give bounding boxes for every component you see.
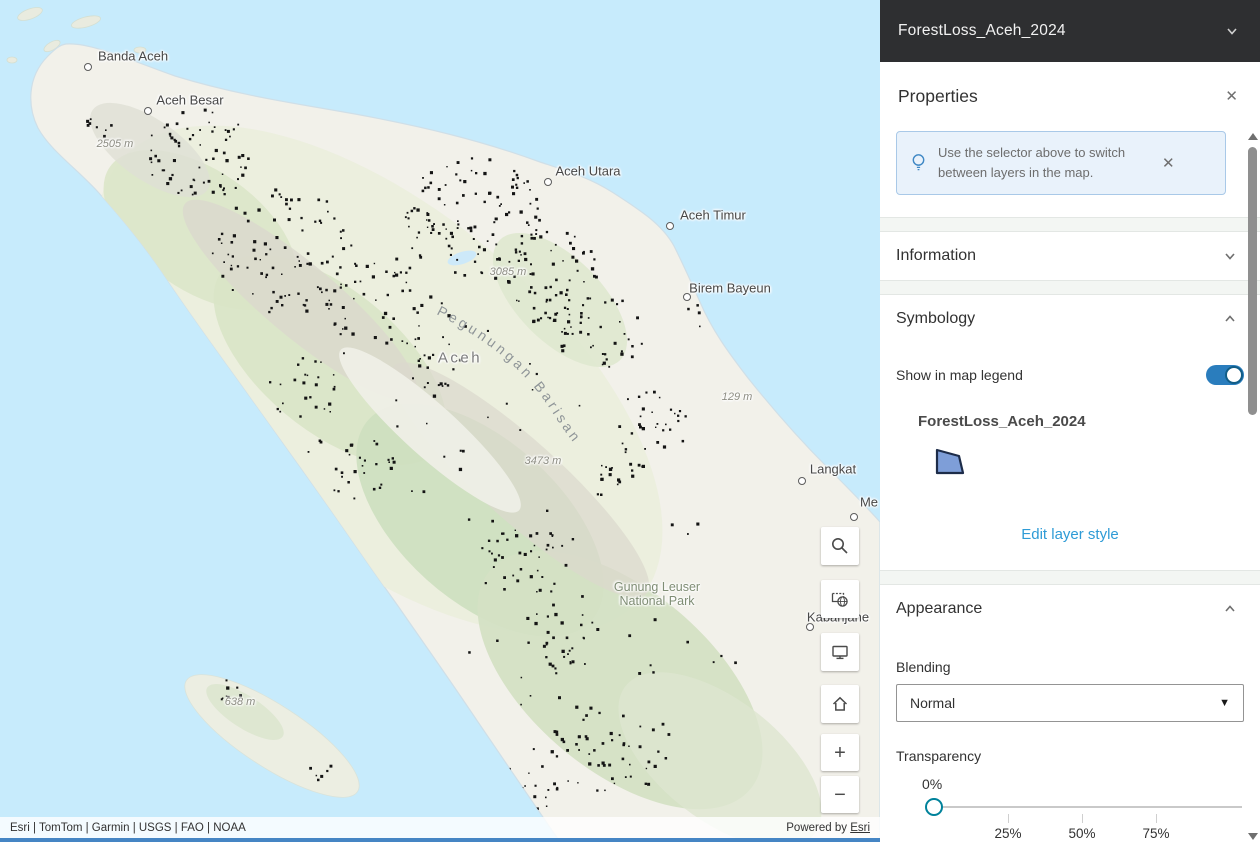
slider-tick — [1008, 814, 1009, 824]
dismiss-hint-button[interactable]: ✕ — [1158, 154, 1179, 173]
search-button[interactable] — [821, 527, 859, 565]
tick-label-50: 50% — [1068, 826, 1096, 842]
properties-panel: ForestLoss_Aceh_2024 Properties ✕ Use th… — [880, 0, 1260, 842]
layer-selector-title: ForestLoss_Aceh_2024 — [898, 22, 1066, 39]
symbology-section: Symbology Show in map legend ForestLoss_… — [880, 295, 1260, 545]
slider-tick — [1082, 814, 1083, 824]
esri-link[interactable]: Esri — [850, 822, 870, 834]
home-button[interactable] — [821, 685, 859, 723]
appearance-section-header[interactable]: Appearance — [896, 585, 1244, 634]
tick-label-75: 75% — [1142, 826, 1170, 842]
symbology-section-header[interactable]: Symbology — [896, 295, 1244, 344]
information-section-header[interactable]: Information — [880, 232, 1260, 281]
blending-select[interactable]: Normal ▼ — [896, 684, 1244, 723]
chevron-down-icon — [1225, 253, 1235, 260]
layer-selector[interactable]: ForestLoss_Aceh_2024 — [880, 0, 1260, 62]
toggle-knob — [1225, 366, 1243, 385]
zoom-in-button[interactable]: + — [821, 734, 859, 771]
transparency-value: 0% — [922, 776, 943, 793]
basemap-button[interactable] — [821, 580, 859, 618]
show-in-legend-toggle[interactable] — [1206, 365, 1244, 386]
transparency-slider: 0% 25% 50% 75% — [896, 770, 1244, 842]
hint-text: Use the selector above to switch between… — [938, 145, 1126, 181]
scrollbar-thumb[interactable] — [1248, 147, 1257, 415]
edit-layer-style-link[interactable]: Edit layer style — [1015, 525, 1125, 544]
caret-down-icon: ▼ — [1219, 697, 1230, 710]
legend-layer-title: ForestLoss_Aceh_2024 — [918, 413, 1086, 431]
scroll-down-arrow-icon[interactable] — [1248, 833, 1258, 840]
transparency-label: Transparency — [896, 748, 982, 765]
polygon-symbol-icon — [935, 449, 965, 475]
section-divider — [880, 570, 1260, 586]
information-label: Information — [896, 247, 977, 265]
blending-value: Normal — [910, 695, 956, 712]
panel-scrollbar[interactable] — [1247, 133, 1259, 840]
attribution-bar: Esri | TomTom | Garmin | USGS | FAO | NO… — [0, 817, 880, 838]
chevron-down-icon — [1227, 28, 1237, 35]
blending-label: Blending — [896, 659, 951, 676]
screen-button[interactable] — [821, 633, 859, 671]
zoom-out-button[interactable]: − — [821, 776, 859, 813]
basemap-terrain: Pegunungan Barisan — [6, 7, 880, 842]
close-panel-button[interactable]: ✕ — [1221, 87, 1242, 106]
powered-by: Powered by Esri — [786, 821, 870, 834]
slider-handle[interactable] — [925, 798, 943, 817]
section-divider — [880, 217, 1260, 233]
legend-symbol — [932, 442, 1244, 483]
simeulue-island — [184, 674, 360, 798]
slider-track[interactable] — [934, 806, 1242, 809]
appearance-section: Appearance Blending Normal ▼ Transparenc… — [880, 585, 1260, 842]
attribution-sources: Esri | TomTom | Garmin | USGS | FAO | NO… — [10, 821, 246, 834]
search-icon — [832, 538, 848, 554]
chevron-up-icon — [1225, 315, 1235, 322]
appearance-label: Appearance — [896, 600, 983, 618]
show-in-legend-label: Show in map legend — [896, 367, 1023, 384]
section-divider — [880, 280, 1260, 296]
chevron-up-icon — [1225, 605, 1235, 612]
lightbulb-icon — [912, 154, 925, 171]
slider-tick — [1156, 814, 1157, 824]
scroll-up-arrow-icon[interactable] — [1248, 133, 1258, 140]
map-canvas[interactable]: Pegunungan Barisan Banda Aceh Aceh Besar A… — [0, 0, 880, 842]
basemap-icon — [831, 592, 848, 607]
map-bottom-edge — [0, 838, 880, 842]
home-icon — [832, 696, 848, 711]
monitor-icon — [832, 645, 848, 660]
panel-title: Properties — [898, 86, 978, 106]
tick-label-25: 25% — [994, 826, 1022, 842]
symbology-label: Symbology — [896, 310, 976, 328]
hint-box: Use the selector above to switch between… — [896, 131, 1226, 196]
